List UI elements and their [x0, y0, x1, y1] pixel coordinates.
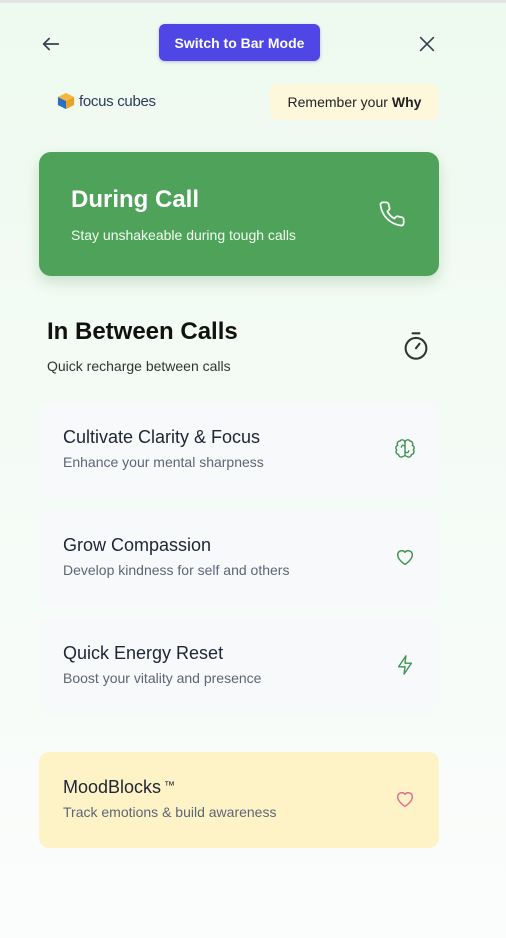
- card-title: MoodBlocks ™: [63, 777, 175, 798]
- card-subtitle: Boost your vitality and presence: [63, 670, 262, 686]
- during-call-card[interactable]: During Call Stay unshakeable during toug…: [39, 152, 439, 276]
- close-button[interactable]: [414, 31, 440, 57]
- header: Switch to Bar Mode: [0, 24, 506, 64]
- top-border: [0, 0, 506, 3]
- close-icon: [419, 36, 435, 52]
- phone-icon: [379, 201, 405, 227]
- during-call-title: During Call: [71, 186, 200, 213]
- arrow-left-icon: [42, 37, 60, 51]
- why-prefix: Remember your: [287, 94, 388, 110]
- stopwatch-icon: [404, 332, 428, 360]
- lightning-icon: [397, 655, 413, 675]
- cube-logo-icon: [57, 92, 75, 110]
- card-subtitle: Enhance your mental sharpness: [63, 454, 264, 470]
- why-emphasis: Why: [391, 94, 422, 110]
- list-item-compassion[interactable]: Grow Compassion Develop kindness for sel…: [39, 510, 439, 606]
- moodblocks-title: MoodBlocks: [63, 777, 162, 797]
- card-title: Grow Compassion: [63, 535, 212, 555]
- list-item-clarity-focus[interactable]: Cultivate Clarity & Focus Enhance your m…: [39, 402, 439, 498]
- heart-icon: [396, 791, 414, 808]
- back-button[interactable]: [38, 31, 64, 57]
- card-title: Cultivate Clarity & Focus: [63, 427, 261, 447]
- in-between-calls-title: In Between Calls: [47, 318, 238, 345]
- card-title: Quick Energy Reset: [63, 643, 224, 663]
- during-call-subtitle: Stay unshakeable during tough calls: [71, 227, 296, 243]
- moodblocks-card[interactable]: MoodBlocks ™ Track emotions & build aware…: [39, 752, 439, 848]
- brain-icon: [395, 439, 415, 458]
- in-between-calls-subtitle: Quick recharge between calls: [47, 358, 231, 374]
- trademark-symbol: ™: [164, 780, 176, 792]
- remember-your-why-button[interactable]: Remember your Why: [270, 84, 439, 120]
- heart-icon: [396, 549, 414, 566]
- switch-to-bar-mode-button[interactable]: Switch to Bar Mode: [159, 24, 320, 61]
- list-item-energy-reset[interactable]: Quick Energy Reset Boost your vitality a…: [39, 618, 439, 714]
- card-subtitle: Develop kindness for self and others: [63, 562, 290, 578]
- card-subtitle: Track emotions & build awareness: [63, 804, 277, 820]
- brand-logo: focus cubes: [57, 91, 156, 111]
- logo-text: focus cubes: [79, 92, 156, 110]
